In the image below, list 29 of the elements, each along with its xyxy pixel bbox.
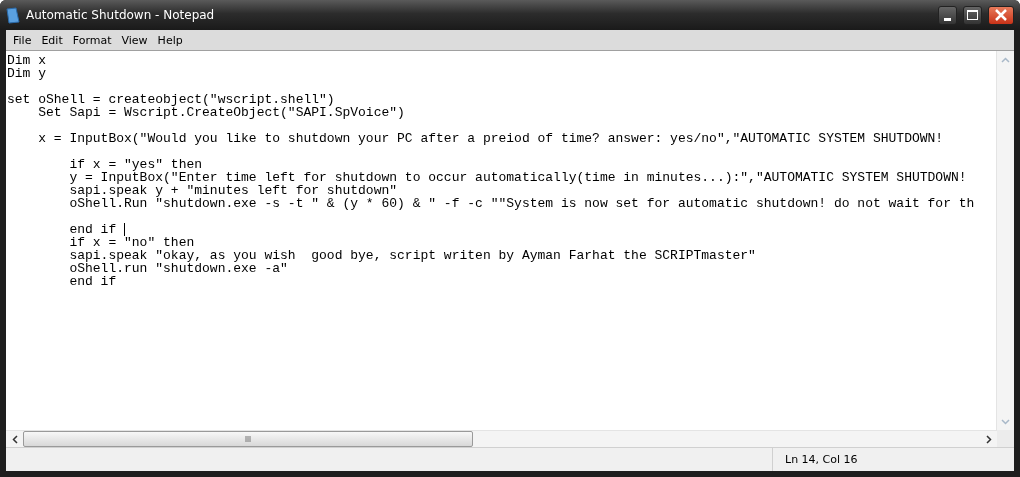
code-line: sapi.speak y + "minutes left for shutdown" <box>68 184 398 197</box>
menu-item[interactable]: View <box>116 33 153 47</box>
menu-item[interactable]: Edit <box>36 33 68 47</box>
scrollbar-thumb[interactable] <box>23 431 473 447</box>
code-line: sapi.speak "okay, as you wish good bye, script writen by Ayman Farhat the SCRIPTmaster" <box>68 249 756 262</box>
cursor-position: Ln 14, Col 16 <box>772 448 1014 471</box>
code-line: end if <box>68 275 117 288</box>
menu-item[interactable]: Format <box>67 33 117 47</box>
code-line: end if <box>7 223 126 236</box>
code-line: Dim x <box>7 54 46 67</box>
minimize-icon <box>944 17 951 21</box>
minimize-button[interactable] <box>938 5 957 25</box>
code-line: if x = "yes" then <box>68 158 203 171</box>
maximize-button[interactable] <box>963 5 982 25</box>
code-line: Set Sapi = Wscript.CreateObject("SAPI.SpVoice") <box>37 106 405 119</box>
menu-item[interactable]: File <box>8 33 37 47</box>
code-line: Dim y <box>7 67 46 80</box>
maximize-icon <box>967 10 978 20</box>
notepad-icon <box>6 6 20 24</box>
close-icon <box>995 9 1007 21</box>
menu-item[interactable]: Help <box>152 33 188 47</box>
code-line: y = InputBox("Enter time left for shutdown to occur automatically(time in minutes...):","AUTOMATIC SYSTEM SHUTDOWN! <box>68 171 967 184</box>
close-button[interactable] <box>988 5 1014 25</box>
code-line: set oShell = createobject("wscript.shell") <box>7 93 335 106</box>
code-line: oShell.run "shutdown.exe -a" <box>68 262 288 275</box>
window-title: Automatic Shutdown - Notepad <box>26 8 216 22</box>
code-line: x = InputBox("Would you like to shutdown your PC after a preiod of time? answer: yes/no","AUTOMATIC SYSTEM SHUTDOWN! <box>37 132 944 145</box>
code-line: oShell.Run "shutdown.exe -s -t " & (y * 60) & " -f -c ""System is now set for automatic shutdown! do not wait for th <box>68 197 975 210</box>
code-line: if x = "no" then <box>68 236 195 249</box>
